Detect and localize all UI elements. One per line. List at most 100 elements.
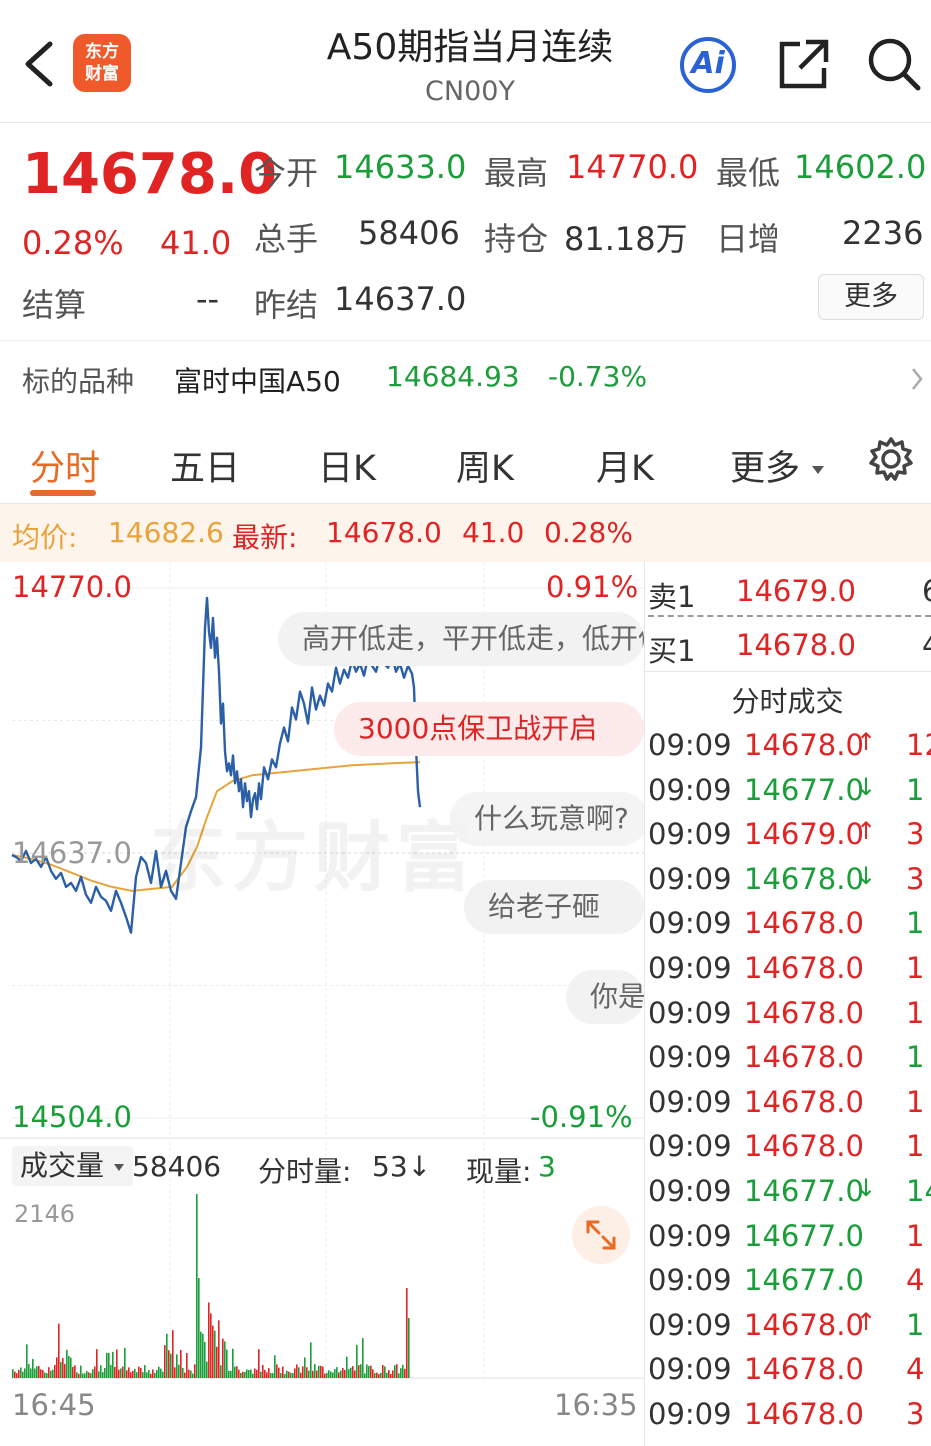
share-icon[interactable] [776, 36, 832, 92]
volume-bar [284, 1373, 286, 1378]
trade-qty: 12 [906, 728, 931, 762]
volume-bar [194, 1364, 196, 1378]
trade-price: 14677.0 [744, 1263, 864, 1298]
volume-bar [166, 1333, 168, 1378]
volume-bar [246, 1369, 248, 1378]
volume-bar [258, 1349, 260, 1378]
bid-label: 买1 [648, 634, 696, 668]
contract-code: CN00Y [425, 76, 515, 107]
volume-bar [46, 1373, 48, 1378]
trade-row: 09:09 14678.0 1 [648, 996, 931, 1030]
tab-weekly-k[interactable]: 周K [456, 440, 514, 491]
underlying-label: 标的品种 [22, 365, 135, 398]
volume-bar [80, 1365, 82, 1378]
volume-bar [274, 1355, 276, 1378]
volume-bar [396, 1364, 398, 1378]
up-arrow-icon: ↑ [856, 1307, 877, 1336]
volume-bar [96, 1349, 98, 1378]
volume-bar [310, 1342, 312, 1378]
volume-bar [282, 1366, 284, 1378]
volume-bar [334, 1369, 336, 1378]
trade-time: 09:09 [648, 1307, 732, 1342]
high-value: 14770.0 [566, 148, 699, 186]
tab-intraday[interactable]: 分时 [30, 440, 100, 491]
volume-bar [322, 1366, 324, 1378]
volume-bar [348, 1369, 350, 1378]
volume-bar [62, 1358, 64, 1378]
trade-time: 09:09 [648, 1174, 732, 1208]
volume-bar [120, 1368, 122, 1378]
trade-price: 14678.0 [744, 1352, 864, 1387]
volume-bar [290, 1372, 292, 1378]
trade-row: 09:09 14678.0 ↓ 3 [648, 862, 931, 896]
expand-chart-button[interactable] [572, 1206, 630, 1264]
volume-bar [288, 1371, 290, 1378]
volume-bar [52, 1369, 54, 1378]
trade-price: 14678.0 [744, 951, 864, 985]
volume-bar [154, 1372, 156, 1378]
volume-bar [312, 1370, 314, 1378]
volume-bar [86, 1371, 88, 1378]
underlying-row[interactable]: 标的品种 富时中国A50 14684.93 -0.73% [0, 342, 931, 416]
volume-bar [388, 1370, 390, 1378]
back-arrow-icon[interactable] [20, 38, 60, 90]
volume-bar [50, 1370, 52, 1378]
down-arrow-icon: ↓ [856, 772, 877, 801]
volume-bar [128, 1367, 130, 1378]
volume-bar [366, 1364, 368, 1378]
volume-bar [16, 1373, 18, 1378]
bid-price: 14678.0 [736, 628, 856, 662]
eastmoney-logo[interactable]: 东方 财富 [73, 34, 131, 92]
volume-bar [346, 1356, 348, 1378]
search-icon[interactable] [866, 36, 922, 92]
trade-time: 09:09 [648, 995, 732, 1030]
watermark: 东方财富 [150, 813, 478, 902]
tab-daily-k[interactable]: 日K [318, 440, 376, 491]
volume-bar [390, 1373, 392, 1378]
volume-bar [324, 1373, 326, 1378]
more-details-button[interactable]: 更多 [818, 274, 924, 320]
trade-time: 09:09 [648, 906, 732, 941]
volume-bar [102, 1372, 104, 1378]
intraday-chart-area[interactable]: 东方财富 14770.0 0.91% 14637.0 14504.0 -0.91… [0, 562, 931, 1446]
volume-bar [220, 1365, 222, 1378]
volume-bar [64, 1363, 66, 1378]
comment-bubble-highlight[interactable]: 3000点保卫战开启 [334, 702, 644, 756]
volume-bar [118, 1369, 120, 1378]
volume-bar [68, 1355, 70, 1378]
comment-bubble[interactable]: 你是 [566, 970, 644, 1024]
ai-assistant-button[interactable]: Ai [678, 35, 738, 95]
gear-icon[interactable] [868, 436, 914, 482]
trade-time: 09:09 [648, 772, 732, 807]
volume-bar [404, 1368, 406, 1378]
last-price: 14678.0 [22, 142, 278, 207]
volume-bar [138, 1366, 140, 1378]
pct-axis-min: -0.91% [530, 1100, 633, 1134]
tab-more[interactable]: 更多 [730, 440, 825, 491]
open-interest-label: 持仓 [484, 220, 549, 258]
volume-bar [34, 1368, 36, 1378]
volume-selector[interactable]: 成交量 [12, 1146, 133, 1186]
comment-bubble[interactable]: 给老子砸 [464, 880, 644, 934]
volume-bar [248, 1370, 250, 1378]
top-navigation-bar: 东方 财富 A50期指当月连续 CN00Y Ai [0, 0, 931, 123]
volume-bar [270, 1373, 272, 1378]
tab-five-day[interactable]: 五日 [170, 440, 240, 491]
volume-bar [160, 1368, 162, 1378]
settle-value: -- [196, 280, 220, 318]
y-axis-min: 14504.0 [12, 1100, 132, 1134]
volume-bar [168, 1350, 170, 1378]
volume-bar [338, 1372, 340, 1378]
tab-monthly-k[interactable]: 月K [596, 440, 654, 491]
trade-row: 09:09 14677.0 4 [648, 1263, 931, 1297]
volume-bar [106, 1352, 108, 1378]
volume-bar [94, 1366, 96, 1378]
volume-bar [92, 1369, 94, 1378]
comment-bubble[interactable]: 什么玩意啊? [450, 792, 648, 846]
ai-label: Ai [691, 46, 725, 81]
x-axis-start: 16:45 [12, 1388, 96, 1422]
volume-bar [112, 1351, 114, 1378]
trade-qty: 4 [906, 1263, 925, 1298]
comment-bubble[interactable]: 高开低走，平开低走，低开低走 [278, 612, 644, 666]
page-title: A50期指当月连续 [326, 27, 614, 68]
